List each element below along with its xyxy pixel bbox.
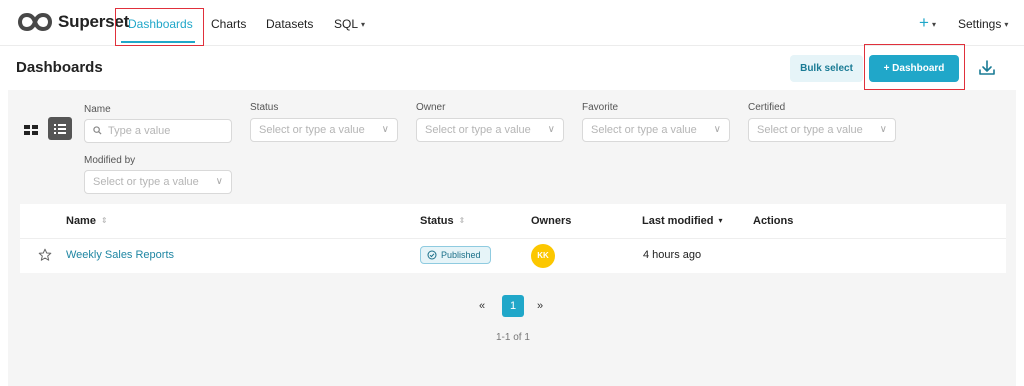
owner-avatar[interactable]: KK bbox=[531, 244, 555, 268]
status-filter-placeholder: Select or type a value bbox=[259, 124, 365, 136]
pagination-next[interactable]: » bbox=[537, 300, 543, 312]
favorite-filter-select[interactable]: Select or type a value ∨ bbox=[582, 118, 730, 142]
highlight-box-dashboards-tab bbox=[115, 8, 204, 46]
caret-down-icon: ▾ bbox=[361, 20, 366, 29]
column-header-status-label: Status bbox=[420, 215, 454, 227]
status-badge-label: Published bbox=[441, 250, 481, 260]
status-filter-select[interactable]: Select or type a value ∨ bbox=[250, 118, 398, 142]
filter-label-certified: Certified bbox=[748, 102, 786, 113]
column-header-last-modified[interactable]: Last modified ▾ bbox=[642, 215, 723, 227]
settings-label: Settings bbox=[958, 17, 1002, 31]
name-filter-placeholder: Type a value bbox=[108, 125, 171, 137]
list-view-button[interactable] bbox=[48, 117, 72, 140]
top-navbar: Superset Dashboards Charts Datasets SQL ▾… bbox=[0, 0, 1024, 46]
pagination-page-1[interactable]: 1 bbox=[502, 295, 524, 317]
column-header-status[interactable]: Status ⇕ bbox=[420, 215, 465, 227]
column-header-name[interactable]: Name ⇕ bbox=[66, 215, 108, 227]
list-view-icon bbox=[54, 124, 66, 134]
card-view-icon[interactable] bbox=[24, 125, 38, 135]
page-title: Dashboards bbox=[16, 59, 103, 76]
nav-sql-menu[interactable]: SQL ▾ bbox=[334, 17, 365, 31]
column-header-owners: Owners bbox=[531, 215, 572, 227]
new-item-menu[interactable]: + ▾ bbox=[919, 13, 936, 33]
sort-icon: ⇕ bbox=[100, 216, 108, 225]
modified-by-filter-placeholder: Select or type a value bbox=[93, 176, 199, 188]
caret-down-icon: ▾ bbox=[1004, 20, 1009, 29]
pagination-prev[interactable]: « bbox=[479, 300, 485, 312]
settings-menu[interactable]: Settings ▾ bbox=[958, 17, 1008, 31]
search-icon bbox=[93, 126, 102, 135]
filter-label-name: Name bbox=[84, 104, 111, 115]
owner-filter-select[interactable]: Select or type a value ∨ bbox=[416, 118, 564, 142]
check-circle-icon bbox=[427, 250, 437, 260]
pagination-range: 1-1 of 1 bbox=[496, 332, 530, 343]
highlight-box-add-dashboard bbox=[864, 44, 965, 90]
column-header-last-modified-label: Last modified bbox=[642, 215, 714, 227]
nav-sql-label: SQL bbox=[334, 17, 359, 31]
superset-logo[interactable]: Superset bbox=[18, 12, 129, 32]
download-icon[interactable] bbox=[977, 58, 997, 78]
nav-datasets[interactable]: Datasets bbox=[266, 17, 313, 31]
name-filter-input[interactable]: Type a value bbox=[84, 119, 232, 143]
column-header-name-label: Name bbox=[66, 215, 96, 227]
bulk-select-button[interactable]: Bulk select bbox=[790, 55, 863, 82]
filter-label-owner: Owner bbox=[416, 102, 446, 113]
certified-filter-select[interactable]: Select or type a value ∨ bbox=[748, 118, 896, 142]
nav-charts[interactable]: Charts bbox=[211, 17, 246, 31]
certified-filter-placeholder: Select or type a value bbox=[757, 124, 863, 136]
filter-label-modified-by: Modified by bbox=[84, 155, 136, 166]
plus-icon: + bbox=[919, 13, 929, 32]
caret-down-icon: ▾ bbox=[931, 20, 936, 29]
chevron-down-icon: ∨ bbox=[713, 124, 721, 135]
chevron-down-icon: ∨ bbox=[381, 124, 389, 135]
header-divider bbox=[20, 238, 1006, 239]
chevron-down-icon: ∨ bbox=[215, 176, 223, 187]
modified-by-filter-select[interactable]: Select or type a value ∨ bbox=[84, 170, 232, 194]
last-modified-value: 4 hours ago bbox=[643, 249, 702, 261]
owner-filter-placeholder: Select or type a value bbox=[425, 124, 531, 136]
chevron-down-icon: ∨ bbox=[879, 124, 887, 135]
chevron-down-icon: ∨ bbox=[547, 124, 555, 135]
dashboard-name-link[interactable]: Weekly Sales Reports bbox=[66, 249, 174, 261]
status-badge: Published bbox=[420, 246, 491, 264]
filter-label-status: Status bbox=[250, 102, 279, 113]
sort-icon: ⇕ bbox=[458, 216, 466, 225]
superset-logo-icon bbox=[18, 12, 52, 32]
sort-descending-icon: ▾ bbox=[718, 216, 723, 225]
favorite-star-icon[interactable] bbox=[38, 248, 52, 262]
favorite-filter-placeholder: Select or type a value bbox=[591, 124, 697, 136]
column-header-actions: Actions bbox=[753, 215, 794, 227]
filter-label-favorite: Favorite bbox=[582, 102, 619, 113]
